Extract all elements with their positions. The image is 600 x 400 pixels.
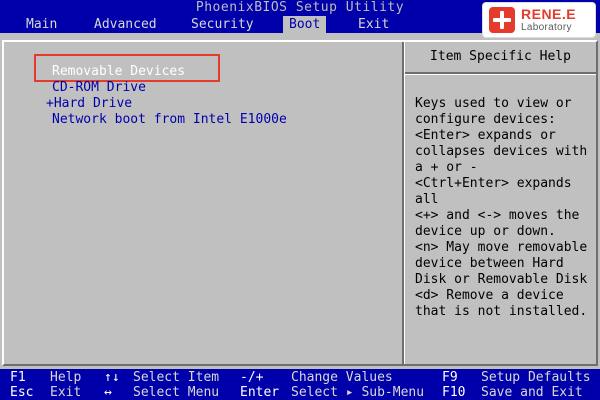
logo-name: RENE.E bbox=[521, 6, 577, 22]
help-line: Disk or Removable Disk bbox=[415, 272, 588, 287]
help-line: <d> Remove a device bbox=[415, 288, 564, 303]
help-line: all bbox=[415, 192, 439, 207]
key-up-down: ↑↓ bbox=[104, 370, 120, 385]
plus-logo-icon bbox=[489, 7, 515, 33]
key-f9-desc: Setup Defaults bbox=[481, 370, 591, 385]
key-left-right-desc: Select Menu bbox=[133, 385, 220, 400]
tab-exit[interactable]: Exit bbox=[352, 16, 395, 33]
help-line: <Enter> expands or bbox=[415, 128, 556, 143]
help-title-divider bbox=[405, 72, 596, 75]
boot-item-cd-rom-drive[interactable]: CD-ROM Drive bbox=[52, 80, 146, 96]
key-minus-plus: -/+ bbox=[240, 370, 264, 385]
key-f1-desc: Help bbox=[50, 370, 82, 385]
help-line: Keys used to view or bbox=[415, 96, 572, 111]
help-line: a + or - bbox=[415, 160, 478, 175]
boot-panel: Removable Devices CD-ROM Drive +Hard Dri… bbox=[2, 40, 598, 366]
tab-advanced[interactable]: Advanced bbox=[88, 16, 163, 33]
logo-sub: Laboratory bbox=[521, 22, 572, 33]
help-text: Keys used to view or configure devices: … bbox=[415, 96, 593, 320]
help-line: <+> and <-> moves the bbox=[415, 208, 580, 223]
help-line: device up or down. bbox=[415, 224, 556, 239]
help-line: that is not installed. bbox=[415, 304, 588, 319]
key-enter: Enter bbox=[240, 385, 280, 400]
help-line: <Ctrl+Enter> expands bbox=[415, 176, 572, 191]
brand-logo: RENE.E Laboratory bbox=[482, 2, 596, 38]
key-minus-plus-desc: Change Values bbox=[291, 370, 393, 385]
boot-item-hard-drive[interactable]: +Hard Drive bbox=[46, 96, 132, 112]
tab-security[interactable]: Security bbox=[185, 16, 260, 33]
help-title: Item Specific Help bbox=[430, 49, 571, 64]
key-f10: F10 bbox=[442, 385, 466, 400]
boot-item-removable-devices[interactable]: Removable Devices bbox=[52, 64, 185, 80]
key-esc-desc: Exit bbox=[50, 385, 82, 400]
tab-boot[interactable]: Boot bbox=[283, 16, 327, 33]
boot-item-network-boot[interactable]: Network boot from Intel E1000e bbox=[52, 112, 287, 128]
help-line: device between Hard bbox=[415, 256, 564, 271]
help-line: <n> May move removable bbox=[415, 240, 588, 255]
boot-order-list: Removable Devices CD-ROM Drive +Hard Dri… bbox=[4, 42, 402, 364]
key-left-right: ↔ bbox=[104, 385, 112, 400]
key-legend-footer: F1 Help ↑↓ Select Item -/+ Change Values… bbox=[0, 369, 600, 400]
tab-main[interactable]: Main bbox=[20, 16, 63, 33]
key-enter-desc: Select ▸ Sub-Menu bbox=[291, 385, 425, 400]
key-f1: F1 bbox=[10, 370, 26, 385]
help-line: collapses devices with bbox=[415, 144, 588, 159]
help-line: configure devices: bbox=[415, 112, 556, 127]
key-up-down-desc: Select Item bbox=[133, 370, 220, 385]
key-f10-desc: Save and Exit bbox=[481, 385, 583, 400]
key-esc: Esc bbox=[10, 385, 34, 400]
key-f9: F9 bbox=[442, 370, 458, 385]
bios-title: PhoenixBIOS Setup Utility bbox=[195, 0, 405, 15]
help-panel: Item Specific Help Keys used to view or … bbox=[405, 42, 596, 364]
